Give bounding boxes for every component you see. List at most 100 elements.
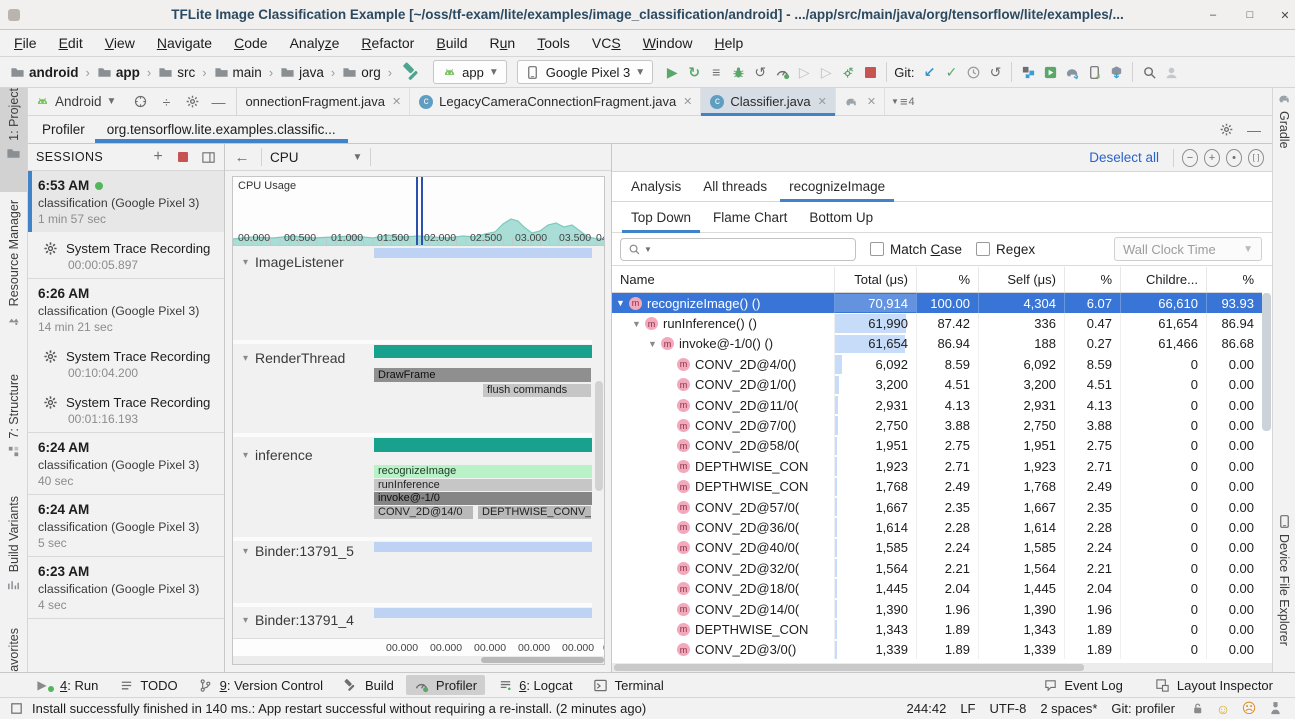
breadcrumb-item[interactable]: org [361,65,381,80]
menu-item-file[interactable]: File [14,35,37,51]
menu-item-analyze[interactable]: Analyze [290,35,340,51]
tool-window-button-resource-manager[interactable]: Resource Manager [0,200,27,362]
timeline-vertical-scrollbar[interactable] [595,381,603,491]
tool-window-button-build-variants[interactable]: Build Variants [0,496,27,618]
table-row[interactable]: mDEPTHWISE_CON1,7682.491,7682.4900.00 [612,477,1262,497]
stop-red-icon[interactable] [175,149,191,165]
chevron-down-icon[interactable]: ▾ [243,450,248,461]
rollback-icon[interactable]: ↺ [987,64,1003,80]
trace-span[interactable]: runInference [374,479,592,491]
settings-gear-icon[interactable] [184,94,200,110]
trace-span[interactable]: CONV_2D@14/0 [374,506,473,519]
menu-item-help[interactable]: Help [715,35,744,51]
table-row[interactable]: mCONV_2D@7/0()2,7503.882,7503.8800.00 [612,415,1262,435]
subtab-flame-chart[interactable]: Flame Chart [702,202,798,232]
hide-icon[interactable]: — [210,94,226,110]
menu-item-view[interactable]: View [105,35,135,51]
thread-state-bar[interactable] [374,248,592,258]
zoom-reset-icon[interactable]: • [1226,150,1242,166]
zoom-fit-icon[interactable]: [ ] [1248,150,1264,166]
column-header[interactable]: % [1206,267,1262,292]
build-hammer-icon[interactable] [401,61,423,83]
event-log-button[interactable]: Event Log [1034,675,1131,695]
menu-item-navigate[interactable]: Navigate [157,35,212,51]
table-row[interactable]: mCONV_2D@1/0()3,2004.513,2004.5100.00 [612,375,1262,395]
thread-state-bar[interactable] [374,542,592,552]
table-row[interactable]: mCONV_2D@57/0(1,6672.351,6672.3500.00 [612,497,1262,517]
zoom-out-icon[interactable]: − [1182,150,1198,166]
trace-span[interactable]: flush commands [483,384,591,397]
close-icon[interactable]: ✕ [1278,8,1292,22]
stop-icon[interactable] [862,64,878,80]
zoom-in-icon[interactable]: + [1204,150,1220,166]
trace-span[interactable]: DrawFrame [374,368,591,382]
thread-row-binder-13791-5[interactable]: ▾Binder:13791_5 [243,543,354,559]
skip-prev-icon[interactable]: ▷ [796,64,812,80]
column-header[interactable]: Name [612,267,834,292]
editor-tab[interactable]: onnectionFragment.java✕ [237,88,410,115]
table-row[interactable]: mDEPTHWISE_CON1,9232.711,9232.7100.00 [612,456,1262,476]
profile-icon[interactable] [774,64,790,80]
chevron-down-icon[interactable]: ▾ [243,546,248,557]
tool-window-button-todo[interactable]: TODO [110,675,185,695]
breadcrumb-item[interactable]: android [29,65,79,80]
build-restart-icon[interactable]: ≡ [708,64,724,80]
thread-row-renderthread[interactable]: ▾RenderThread [243,350,345,366]
tab-list-dropdown[interactable]: ▼≡4 [885,88,921,115]
toolwindow-toggle-icon[interactable] [8,701,24,717]
table-row[interactable]: mCONV_2D@36/0(1,6142.281,6142.2800.00 [612,517,1262,537]
close-tab-icon[interactable]: ✕ [683,95,692,108]
search-field[interactable]: ▼ [620,238,856,261]
table-row[interactable]: mCONV_2D@3/0()1,3391.891,3391.8900.00 [612,640,1262,659]
tool-window-button-device-file-explorer[interactable]: Device File Explorer [1273,513,1295,671]
menu-item-code[interactable]: Code [234,35,267,51]
thread-row-inference[interactable]: ▾inference [243,447,313,463]
expander-icon[interactable]: ▼ [648,339,661,349]
close-tab-icon[interactable]: ✕ [818,95,827,108]
regex-checkbox[interactable]: Regex [976,242,1035,257]
editor-tab[interactable]: cClassifier.java✕ [701,88,835,115]
thread-state-bar[interactable] [374,438,592,452]
chevron-down-icon[interactable]: ▾ [243,353,248,364]
cpu-usage-chart[interactable]: CPU Usage 00.00000.50001.00001.50002.000… [232,176,605,246]
menu-item-window[interactable]: Window [643,35,693,51]
table-row[interactable]: mCONV_2D@58/0(1,9512.751,9512.7500.00 [612,436,1262,456]
tool-window-button-gradle[interactable]: Gradle [1273,90,1295,180]
breadcrumb-item[interactable]: main [233,65,262,80]
editor-tab[interactable]: ✕ [836,88,885,115]
maximize-icon[interactable]: □ [1243,8,1257,22]
menu-item-run[interactable]: Run [490,35,516,51]
apply-changes-icon[interactable]: ↻ [686,64,702,80]
session-recording[interactable]: System Trace Recording00:10:04.200 [28,340,224,386]
indent-setting[interactable]: 2 spaces* [1040,701,1097,716]
apply-code-changes-icon[interactable]: ↺ [752,64,768,80]
menu-item-build[interactable]: Build [436,35,467,51]
run-config-select[interactable]: app ▼ [433,60,507,84]
table-row[interactable]: mDEPTHWISE_CON1,3431.891,3431.8900.00 [612,619,1262,639]
table-row[interactable]: ▼mrecognizeImage() ()70,914100.004,3046.… [612,293,1262,313]
session-header[interactable]: 6:53 AMclassification (Google Pixel 3)1 … [28,171,224,232]
tool-window-button-build[interactable]: Build [335,675,402,695]
table-row[interactable]: ▼minvoke@-1/0() ()61,65486.941880.2761,4… [612,334,1262,354]
lock-icon[interactable] [1189,701,1205,717]
add-icon[interactable]: + [150,149,166,165]
happy-face-icon[interactable]: ☺ [1215,701,1231,717]
expander-icon[interactable]: ▼ [632,319,645,329]
expander-icon[interactable]: ▼ [616,298,629,308]
settings-gear-icon[interactable] [1218,122,1234,138]
tab-analysis[interactable]: Analysis [620,172,692,201]
tool-window-button-1-project[interactable]: 1: Project [0,88,27,192]
thread-state-bar[interactable] [374,608,592,618]
menu-item-edit[interactable]: Edit [59,35,83,51]
device-select[interactable]: Google Pixel 3 ▼ [517,60,653,84]
caret-position[interactable]: 244:42 [907,701,947,716]
commit-icon[interactable]: ✓ [943,64,959,80]
collapse-icon[interactable]: ÷ [158,94,174,110]
git-branch[interactable]: Git: profiler [1111,701,1175,716]
table-row[interactable]: mCONV_2D@4/0()6,0928.596,0928.5900.00 [612,354,1262,374]
breadcrumb-item[interactable]: src [177,65,195,80]
file-encoding[interactable]: UTF-8 [989,701,1026,716]
menu-item-tools[interactable]: Tools [537,35,570,51]
thread-row-binder-13791-4[interactable]: ▾Binder:13791_4 [243,612,354,628]
sad-face-icon[interactable]: ☹ [1241,701,1257,717]
